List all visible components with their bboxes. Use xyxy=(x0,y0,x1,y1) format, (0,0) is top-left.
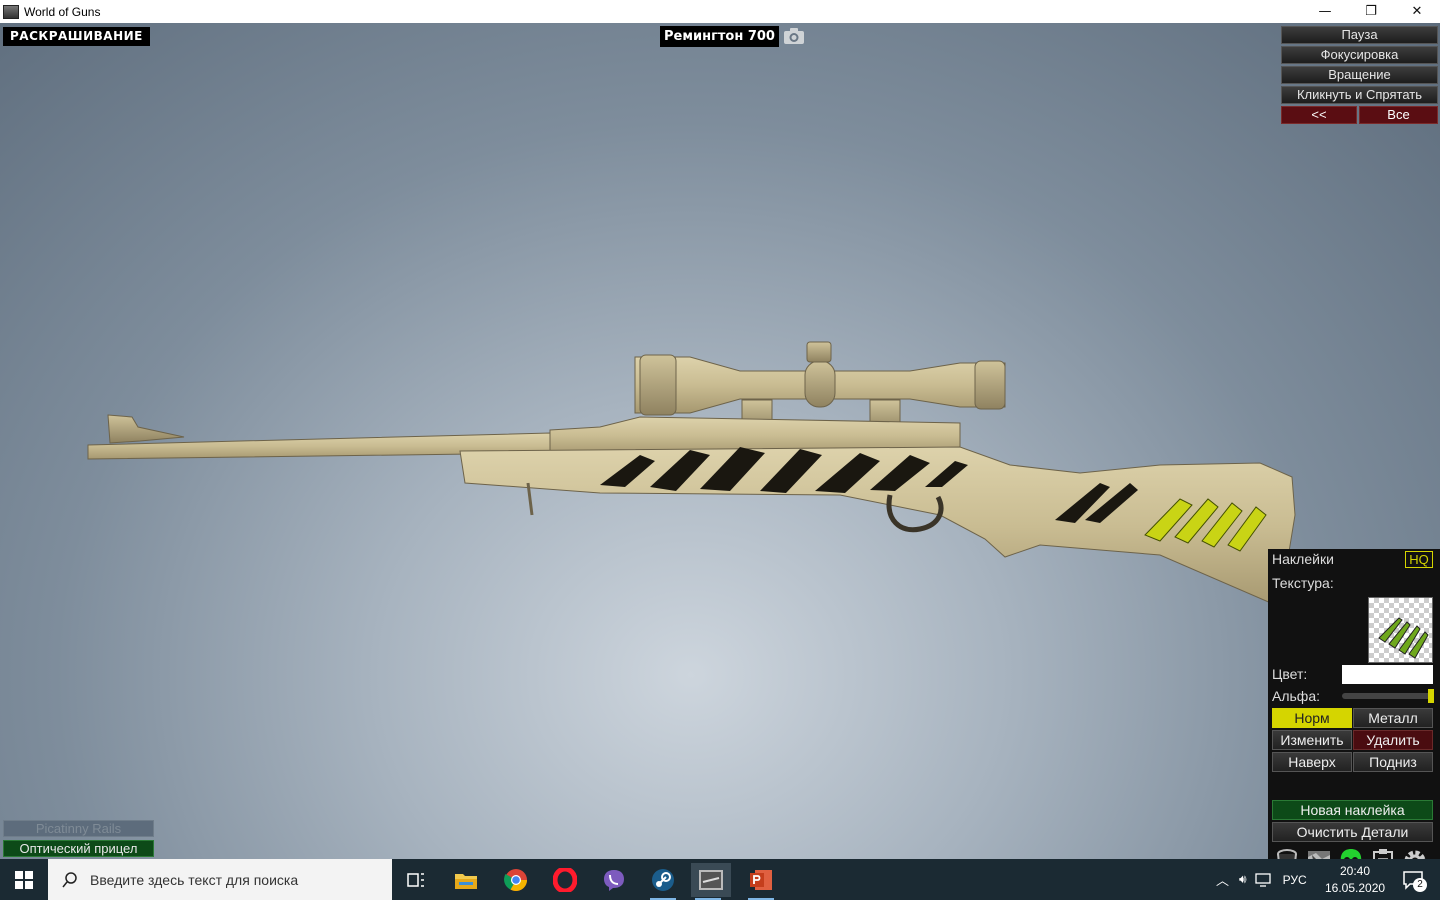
clear-details-button[interactable]: Очистить Детали xyxy=(1272,822,1433,842)
search-placeholder: Введите здесь текст для поиска xyxy=(90,871,299,888)
camo-icon[interactable] xyxy=(1306,847,1332,859)
clock[interactable]: 20:40 16.05.2020 xyxy=(1325,863,1385,897)
click-hide-button[interactable]: Кликнуть и Спрятать xyxy=(1281,86,1438,104)
viber-icon[interactable] xyxy=(597,863,631,897)
language-indicator[interactable]: РУС xyxy=(1283,873,1307,887)
show-hidden-icon[interactable]: ︿ xyxy=(1216,870,1229,889)
move-up-button[interactable]: Наверх xyxy=(1272,752,1352,772)
alpha-label: Альфа: xyxy=(1272,688,1320,704)
paint-bucket-icon[interactable] xyxy=(1274,847,1300,859)
mode-norm-button[interactable]: Норм xyxy=(1272,708,1352,728)
steam-icon[interactable] xyxy=(646,863,680,900)
volume-icon[interactable]: 🔊︎ xyxy=(1239,872,1247,887)
opera-icon[interactable] xyxy=(548,863,582,897)
new-decal-button[interactable]: Новая наклейка xyxy=(1272,800,1433,820)
camera-icon[interactable] xyxy=(783,27,805,45)
part-picatinny-rails[interactable]: Picatinny Rails xyxy=(3,820,154,837)
pause-button[interactable]: Пауза xyxy=(1281,26,1438,44)
taskbar-search[interactable]: Введите здесь текст для поиска xyxy=(48,859,392,900)
taskbar: Введите здесь текст для поиска ︿ 🔊︎ РУС … xyxy=(0,859,1440,900)
rifle-model[interactable] xyxy=(80,315,1300,615)
title-bar: World of Guns — ❐ ✕ xyxy=(0,0,1440,23)
alpha-slider[interactable] xyxy=(1342,689,1434,703)
texture-preview[interactable] xyxy=(1368,597,1433,663)
windows-start-icon[interactable] xyxy=(0,859,48,900)
clock-date: 16.05.2020 xyxy=(1325,881,1386,895)
mode-label: РАСКРАШИВАНИЕ xyxy=(3,27,150,46)
chrome-icon[interactable] xyxy=(499,863,533,897)
mode-metal-button[interactable]: Металл xyxy=(1353,708,1433,728)
part-optical-scope[interactable]: Оптический прицел xyxy=(3,840,154,857)
file-explorer-icon[interactable] xyxy=(449,863,483,897)
color-swatch[interactable] xyxy=(1342,665,1433,684)
weapon-title: Ремингтон 700 xyxy=(660,26,779,47)
weapon-viewport[interactable]: РАСКРАШИВАНИЕ Ремингтон 700 Пауза Фокуси… xyxy=(0,23,1440,859)
clock-time: 20:40 xyxy=(1339,864,1371,878)
delete-button[interactable]: Удалить xyxy=(1353,730,1433,750)
view-menu: Пауза Фокусировка Вращение Кликнуть и Сп… xyxy=(1281,26,1438,124)
edit-button[interactable]: Изменить xyxy=(1272,730,1352,750)
close-button[interactable]: ✕ xyxy=(1394,0,1440,23)
notification-count: 2 xyxy=(1413,878,1427,892)
decal-panel-title: Наклейки xyxy=(1272,551,1334,567)
world-of-guns-icon[interactable] xyxy=(691,863,731,900)
focus-button[interactable]: Фокусировка xyxy=(1281,46,1438,64)
menu-bottom-row: << Все xyxy=(1281,106,1438,124)
system-tray: ︿ 🔊︎ РУС xyxy=(1216,859,1307,900)
window-title: World of Guns xyxy=(24,4,101,19)
minimize-button[interactable]: — xyxy=(1302,0,1348,23)
all-button[interactable]: Все xyxy=(1359,106,1438,124)
maximize-button[interactable]: ❐ xyxy=(1348,0,1394,23)
color-label: Цвет: xyxy=(1272,666,1308,682)
powerpoint-icon[interactable] xyxy=(744,863,778,900)
hq-toggle[interactable]: HQ xyxy=(1405,551,1433,568)
network-icon[interactable] xyxy=(1254,872,1271,887)
back-button[interactable]: << xyxy=(1281,106,1357,124)
texture-label: Текстура: xyxy=(1272,575,1334,591)
rotate-button[interactable]: Вращение xyxy=(1281,66,1438,84)
skull-icon[interactable] xyxy=(1338,847,1364,859)
decal-panel: Наклейки HQ Текстура: Цвет: Альфа: Норм … xyxy=(1268,549,1440,859)
search-icon xyxy=(62,871,77,887)
gear-icon[interactable] xyxy=(1402,847,1428,859)
alpha-slider-thumb[interactable] xyxy=(1428,689,1434,703)
notifications-icon[interactable]: 2 xyxy=(1396,863,1430,897)
move-down-button[interactable]: Подниз xyxy=(1353,752,1433,772)
clipboard-icon[interactable] xyxy=(1370,847,1396,859)
task-view-icon[interactable] xyxy=(399,863,433,897)
app-icon xyxy=(3,4,19,19)
